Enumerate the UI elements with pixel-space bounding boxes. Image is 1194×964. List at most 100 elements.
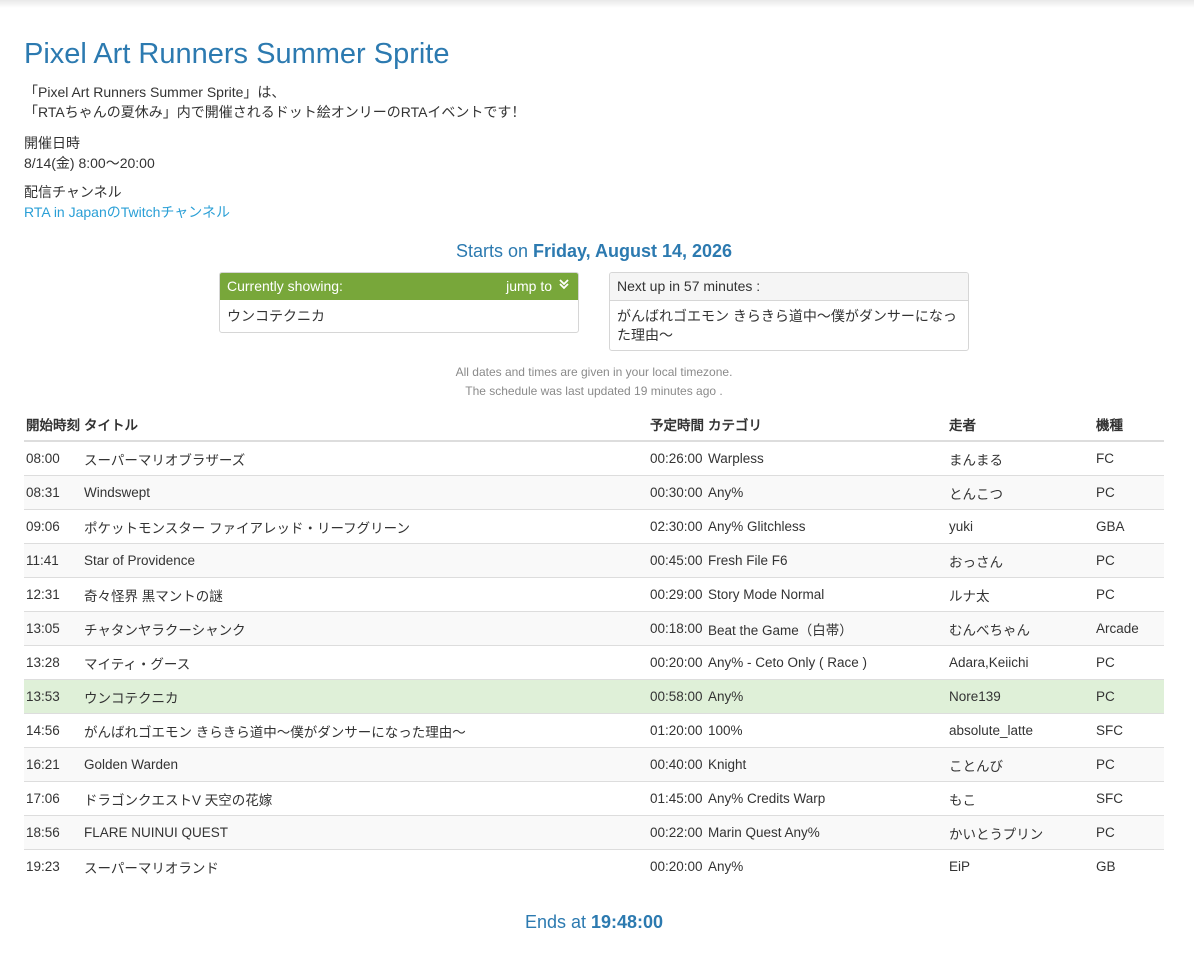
cell-start: 09:06 xyxy=(24,509,82,544)
table-row: 16:21 Golden Warden 00:40:00 Knight ことんび PC xyxy=(24,747,1164,782)
cell-estimate: 01:20:00 xyxy=(648,713,706,748)
date-value: 8/14(金) 8:00～20:00 xyxy=(24,155,155,171)
cell-estimate: 00:45:00 xyxy=(648,543,706,578)
column-header-runner: 走者 xyxy=(947,408,1094,442)
cell-runner: absolute_latte xyxy=(947,713,1094,748)
cell-category: Story Mode Normal xyxy=(706,577,947,612)
cell-platform: Arcade xyxy=(1094,611,1164,646)
ends-prefix: Ends at xyxy=(524,912,591,932)
next-up-panel: Next up in 57 minutes : がんばれゴエモン きらきら道中～… xyxy=(609,272,969,351)
cell-title: スーパーマリオランド xyxy=(82,849,648,883)
cell-start: 19:23 xyxy=(24,849,82,883)
schedule-header-row: 開始時刻 タイトル 予定時間 カテゴリ 走者 機種 xyxy=(24,408,1164,442)
cell-runner: かいとうプリン xyxy=(947,815,1094,850)
cell-runner: まんまる xyxy=(947,440,1094,476)
cell-start: 16:21 xyxy=(24,747,82,782)
cell-category: Fresh File F6 xyxy=(706,543,947,578)
column-header-platform: 機種 xyxy=(1094,408,1164,442)
cell-start: 08:00 xyxy=(24,440,82,476)
next-up-header: Next up in 57 minutes : xyxy=(610,273,968,301)
cell-category: Any% Glitchless xyxy=(706,509,947,544)
cell-category: Any% xyxy=(706,475,947,510)
cell-category: Warpless xyxy=(706,440,947,476)
cell-title: Golden Warden xyxy=(82,747,648,782)
table-row: 13:05 チャタンヤラクーシャンク 00:18:00 Beat the Game（白… xyxy=(24,611,1164,646)
column-header-title: タイトル xyxy=(82,408,648,442)
last-updated-text: The schedule was last updated 19 minutes… xyxy=(465,384,723,398)
jump-to-label: jump to xyxy=(506,278,552,294)
cell-title: ウンコテクニカ xyxy=(82,679,648,714)
cell-runner: おっさん xyxy=(947,543,1094,578)
ends-time: 19:48:00 xyxy=(590,912,664,932)
cell-estimate: 00:40:00 xyxy=(648,747,706,782)
table-row: 17:06 ドラゴンクエストV 天空の花嫁 01:45:00 Any% Credits… xyxy=(24,781,1164,816)
cell-category: Knight xyxy=(706,747,947,782)
cell-platform: PC xyxy=(1094,679,1164,714)
cell-title: がんばれゴエモン きらきら道中～僕がダンサーになった理由～ xyxy=(82,713,648,748)
cell-platform: PC xyxy=(1094,543,1164,578)
cell-platform: PC xyxy=(1094,577,1164,612)
table-row: 13:28 マイティ・グース 00:20:00 Any% - Ceto Only ( … xyxy=(24,645,1164,680)
schedule-table: 開始時刻 タイトル 予定時間 カテゴリ 走者 機種 08:00 スーパーマリオブラ… xyxy=(24,408,1164,883)
cell-title: Windswept xyxy=(82,475,648,510)
cell-title: チャタンヤラクーシャンク xyxy=(82,611,648,646)
cell-category: Marin Quest Any% xyxy=(706,815,947,850)
cell-runner: Adara,Keiichi xyxy=(947,645,1094,680)
cell-runner: Nore139 xyxy=(947,679,1094,714)
cell-runner: とんこつ xyxy=(947,475,1094,510)
starts-prefix: Starts on xyxy=(455,241,533,261)
cell-runner: yuki xyxy=(947,509,1094,544)
cell-estimate: 00:20:00 xyxy=(648,849,706,883)
cell-runner: もこ xyxy=(947,781,1094,816)
column-header-category: カテゴリ xyxy=(706,408,947,442)
date-label: 開催日時 xyxy=(24,135,80,151)
jump-to-button[interactable]: jump to xyxy=(506,273,570,300)
cell-category: Any% - Ceto Only ( Race ) xyxy=(706,645,947,680)
starts-on-heading: Starts on Friday, August 14, 2026 xyxy=(24,241,1164,262)
column-header-start: 開始時刻 xyxy=(24,408,82,442)
cell-category: 100% xyxy=(706,713,947,748)
cell-category: Any% xyxy=(706,679,947,714)
cell-title: スーパーマリオブラザーズ xyxy=(82,440,648,476)
cell-estimate: 00:58:00 xyxy=(648,679,706,714)
cell-title: FLARE NUINUI QUEST xyxy=(82,815,648,850)
cell-platform: GBA xyxy=(1094,509,1164,544)
table-row: 12:31 奇々怪界 黒マントの謎 00:29:00 Story Mode Norma… xyxy=(24,577,1164,612)
currently-showing-header: Currently showing: jump to xyxy=(220,273,578,300)
channel-label: 配信チャンネル xyxy=(24,184,122,200)
table-row-current: 13:53 ウンコテクニカ 00:58:00 Any% Nore139 PC xyxy=(24,679,1164,714)
timezone-text: All dates and times are given in your lo… xyxy=(455,365,733,379)
cell-title: 奇々怪界 黒マントの謎 xyxy=(82,577,648,612)
starts-date: Friday, August 14, 2026 xyxy=(532,241,733,261)
currently-showing-content: ウンコテクニカ xyxy=(227,308,325,324)
cell-platform: SFC xyxy=(1094,713,1164,748)
cell-start: 13:53 xyxy=(24,679,82,714)
page-title: Pixel Art Runners Summer Sprite xyxy=(24,38,450,70)
cell-runner: ルナ太 xyxy=(947,577,1094,612)
cell-category: Any% xyxy=(706,849,947,883)
cell-start: 11:41 xyxy=(24,543,82,578)
next-up-content: がんばれゴエモン きらきら道中～僕がダンサーになった理由～ xyxy=(617,308,957,343)
cell-start: 17:06 xyxy=(24,781,82,816)
cell-start: 12:31 xyxy=(24,577,82,612)
table-row: 14:56 がんばれゴエモン きらきら道中～僕がダンサーになった理由～ 01:20:… xyxy=(24,713,1164,748)
cell-start: 13:28 xyxy=(24,645,82,680)
cell-platform: FC xyxy=(1094,440,1164,476)
cell-title: マイティ・グース xyxy=(82,645,648,680)
twitch-channel-link[interactable]: RTA in JapanのTwitchチャンネル xyxy=(24,202,230,222)
cell-start: 18:56 xyxy=(24,815,82,850)
currently-showing-label: Currently showing: xyxy=(227,278,343,294)
cell-estimate: 01:45:00 xyxy=(648,781,706,816)
table-row: 11:41 Star of Providence 00:45:00 Fresh Fil… xyxy=(24,543,1164,578)
cell-estimate: 02:30:00 xyxy=(648,509,706,544)
cell-title: ドラゴンクエストV 天空の花嫁 xyxy=(82,781,648,816)
cell-start: 14:56 xyxy=(24,713,82,748)
table-row: 19:23 スーパーマリオランド 00:20:00 Any% EiP GB xyxy=(24,849,1164,883)
cell-runner: ことんび xyxy=(947,747,1094,782)
double-chevron-down-icon xyxy=(558,273,570,300)
cell-estimate: 00:22:00 xyxy=(648,815,706,850)
cell-estimate: 00:18:00 xyxy=(648,611,706,646)
cell-runner: むんべちゃん xyxy=(947,611,1094,646)
cell-estimate: 00:29:00 xyxy=(648,577,706,612)
cell-platform: GB xyxy=(1094,849,1164,883)
